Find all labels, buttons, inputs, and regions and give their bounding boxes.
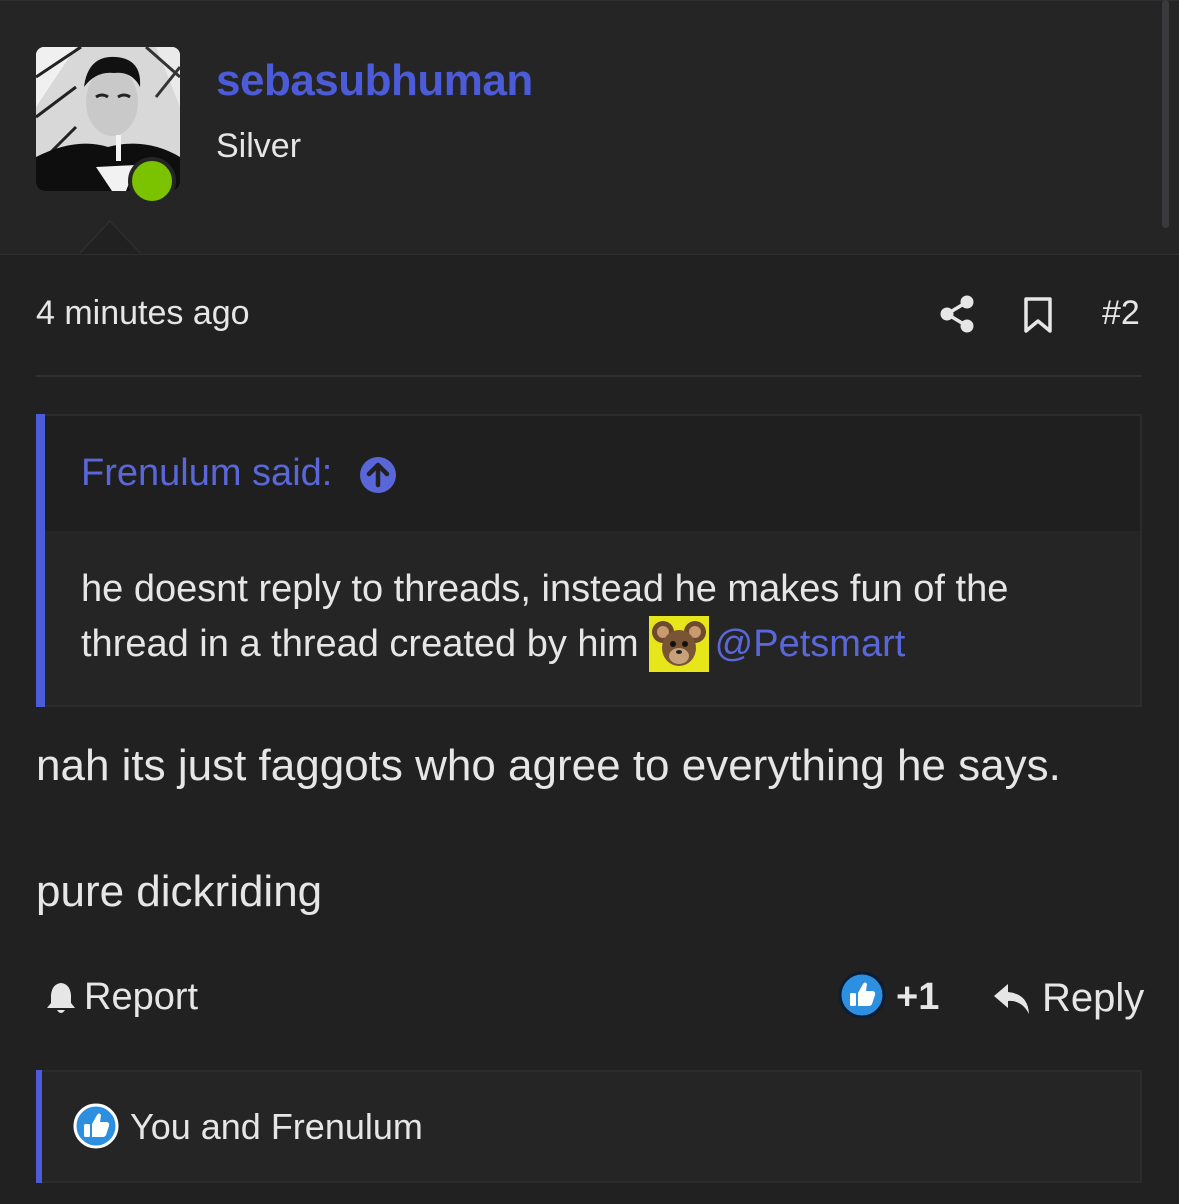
- quote-text: he doesnt reply to threads, instead he m…: [81, 562, 1121, 672]
- bell-icon: [47, 982, 75, 1013]
- report-label: Report: [84, 976, 199, 1018]
- reply-button[interactable]: Reply: [992, 976, 1144, 1021]
- quote-line: he doesnt reply to threads, instead he m…: [81, 568, 1009, 610]
- user-block-pointer: [80, 222, 140, 254]
- report-button[interactable]: Report: [44, 976, 198, 1019]
- thumbs-up-icon: [72, 1102, 120, 1150]
- reaction-count[interactable]: +1: [896, 976, 939, 1019]
- reply-label: Reply: [1042, 976, 1145, 1020]
- scrollbar[interactable]: [1162, 0, 1169, 228]
- divider: [36, 375, 1142, 377]
- post-body: nah its just faggots who agree to everyt…: [36, 740, 1136, 918]
- quote-text-segment: thread in a thread created by him: [81, 623, 639, 665]
- online-status-indicator: [128, 157, 176, 205]
- reply-arrow-icon: [994, 983, 1029, 1014]
- thumbs-up-icon[interactable]: [838, 971, 886, 1019]
- quote-author-link[interactable]: Frenulum said:: [81, 452, 332, 495]
- post-paragraph: pure dickriding: [36, 867, 323, 916]
- reactions-list-link[interactable]: You and Frenulum: [130, 1106, 423, 1148]
- user-mention-link[interactable]: @Petsmart: [715, 617, 906, 671]
- post-page: sebasubhuman Silver 4 minutes ago #2 Fre…: [0, 0, 1179, 1204]
- user-rank: Silver: [216, 127, 302, 165]
- username-link[interactable]: sebasubhuman: [216, 56, 533, 106]
- share-icon[interactable]: [938, 294, 976, 334]
- arrow-up-circle-icon[interactable]: [358, 455, 398, 495]
- mention-avatar: [648, 616, 709, 672]
- post-number-link[interactable]: #2: [1102, 294, 1140, 333]
- quote-accent-bar: [36, 414, 45, 707]
- bookmark-icon[interactable]: [1022, 296, 1054, 334]
- post-timestamp[interactable]: 4 minutes ago: [36, 294, 250, 333]
- quote-line: thread in a thread created by him @Petsm…: [81, 616, 1121, 672]
- reactions-accent-bar: [36, 1070, 42, 1183]
- post-paragraph: nah its just faggots who agree to everyt…: [36, 741, 1061, 790]
